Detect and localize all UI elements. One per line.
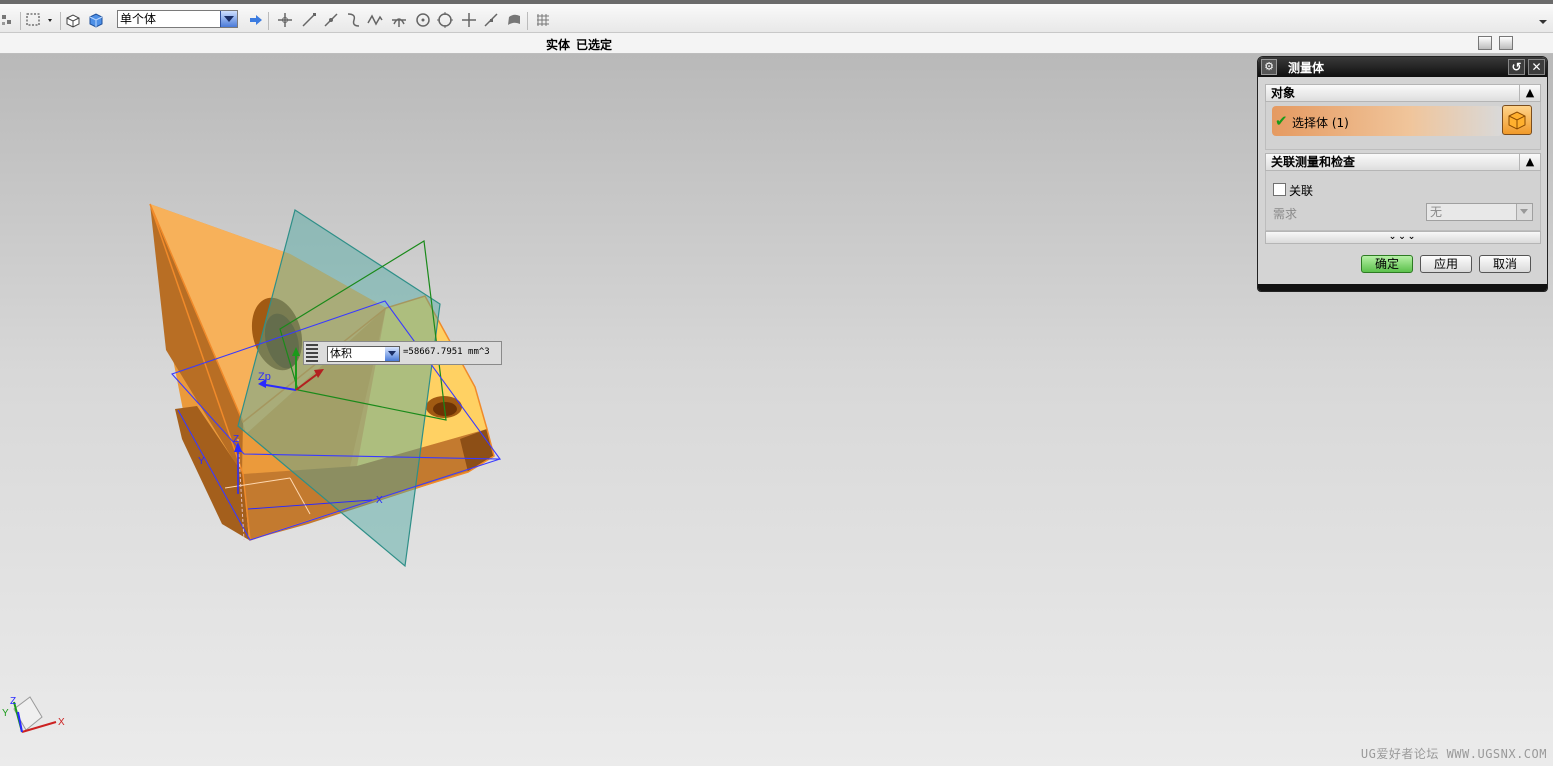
expand-more-bar[interactable]: ⌄⌄⌄	[1265, 231, 1541, 244]
cancel-button[interactable]: 取消	[1479, 255, 1531, 273]
triad-z-label: Z	[10, 696, 16, 707]
line-mid-icon[interactable]	[322, 11, 340, 29]
view-triad: X Y Z	[2, 696, 65, 733]
solid-body-icon	[1508, 111, 1526, 130]
triad-y-label: Y	[2, 708, 9, 719]
snap-settings-icon[interactable]	[0, 11, 18, 29]
chevron-down-icon[interactable]	[220, 11, 237, 27]
select-body-row[interactable]: ✔ 选择体 (1)	[1272, 106, 1502, 136]
requirement-select: 无	[1426, 203, 1533, 221]
curve-icon[interactable]	[344, 11, 362, 29]
associative-checkbox[interactable]	[1273, 183, 1286, 196]
measure-type-select[interactable]: 体积	[327, 346, 400, 362]
spline-icon[interactable]	[366, 11, 384, 29]
x-axis-label: X	[376, 495, 383, 506]
triad-x-label: X	[58, 717, 65, 728]
status-state: 已选定	[576, 38, 613, 52]
dialog-footer-bar	[1258, 284, 1547, 291]
group-assoc-header[interactable]: 关联测量和检查 ▲	[1265, 153, 1541, 171]
requirement-value: 无	[1430, 205, 1443, 219]
drag-handle-icon[interactable]	[306, 344, 318, 362]
point-move-icon[interactable]	[276, 11, 294, 29]
select-body-label: 选择体 (1)	[1292, 116, 1349, 130]
status-type: 实体	[546, 38, 571, 52]
point-on-icon[interactable]	[460, 11, 478, 29]
status-bar: 实体 已选定	[0, 33, 1553, 54]
toolbar-overflow-icon[interactable]	[1539, 20, 1547, 24]
arrow-right-icon[interactable]	[247, 11, 265, 29]
window-restore-icon[interactable]	[1499, 36, 1513, 50]
zp-label: Zp	[258, 371, 271, 383]
chevron-up-icon[interactable]: ▲	[1519, 85, 1540, 101]
close-icon[interactable]: ✕	[1528, 59, 1545, 75]
gear-icon[interactable]: ⚙	[1261, 59, 1277, 75]
selection-status: 实体 已选定	[546, 36, 618, 53]
expand-chevrons-icon: ⌄⌄⌄	[1388, 232, 1418, 242]
dialog-title-bar[interactable]: ⚙ 测量体 ↺ ✕	[1258, 57, 1547, 77]
selection-filter-select[interactable]: 单个体	[117, 10, 238, 28]
reset-icon[interactable]: ↺	[1508, 59, 1525, 75]
y-axis-label: Y	[198, 456, 205, 467]
chevron-down-icon	[1516, 204, 1532, 220]
group-assoc-body: 关联 需求 无	[1265, 171, 1541, 231]
checkmark-icon: ✔	[1275, 112, 1288, 130]
view-list-icon[interactable]	[1478, 36, 1492, 50]
apply-button[interactable]: 应用	[1420, 255, 1472, 273]
measure-result-tag[interactable]: 体积 =58667.7951 mm^3	[303, 341, 502, 365]
circle-center-icon[interactable]	[414, 11, 432, 29]
selection-filter-value: 单个体	[120, 12, 157, 26]
associative-label: 关联	[1289, 184, 1314, 198]
group-object-title: 对象	[1271, 86, 1296, 100]
render-wireframe-icon[interactable]	[64, 11, 82, 29]
measure-type-value: 体积	[330, 347, 352, 360]
ok-button[interactable]: 确定	[1361, 255, 1413, 273]
tangent-icon[interactable]	[482, 11, 500, 29]
render-shaded-icon[interactable]	[87, 11, 105, 29]
watermark: UG爱好者论坛 WWW.UGSNX.COM	[1360, 747, 1547, 761]
select-body-button[interactable]	[1502, 105, 1532, 135]
measure-body-dialog: ⚙ 测量体 ↺ ✕ 对象 ▲ ✔ 选择体 (1) 关联测量和检查 ▲ 关联 需求…	[1257, 56, 1548, 292]
group-object-header[interactable]: 对象 ▲	[1265, 84, 1541, 102]
quadrant-icon[interactable]	[436, 11, 454, 29]
toolbar: 单个体	[0, 0, 1553, 33]
select-rect-icon[interactable]	[25, 11, 43, 29]
dialog-title: 测量体	[1288, 61, 1325, 75]
intersect-icon[interactable]	[390, 11, 408, 29]
chevron-down-icon[interactable]	[385, 347, 399, 361]
measure-value: =58667.7951 mm^3	[403, 347, 490, 357]
grid-icon[interactable]	[534, 11, 552, 29]
requirement-label: 需求	[1273, 207, 1298, 221]
line-end-icon[interactable]	[300, 11, 318, 29]
chevron-up-icon[interactable]: ▲	[1519, 154, 1540, 170]
surface-icon[interactable]	[505, 11, 523, 29]
z-axis-label: Z	[233, 434, 239, 445]
group-assoc-title: 关联测量和检查	[1271, 155, 1356, 169]
group-object-body: ✔ 选择体 (1)	[1265, 102, 1541, 150]
